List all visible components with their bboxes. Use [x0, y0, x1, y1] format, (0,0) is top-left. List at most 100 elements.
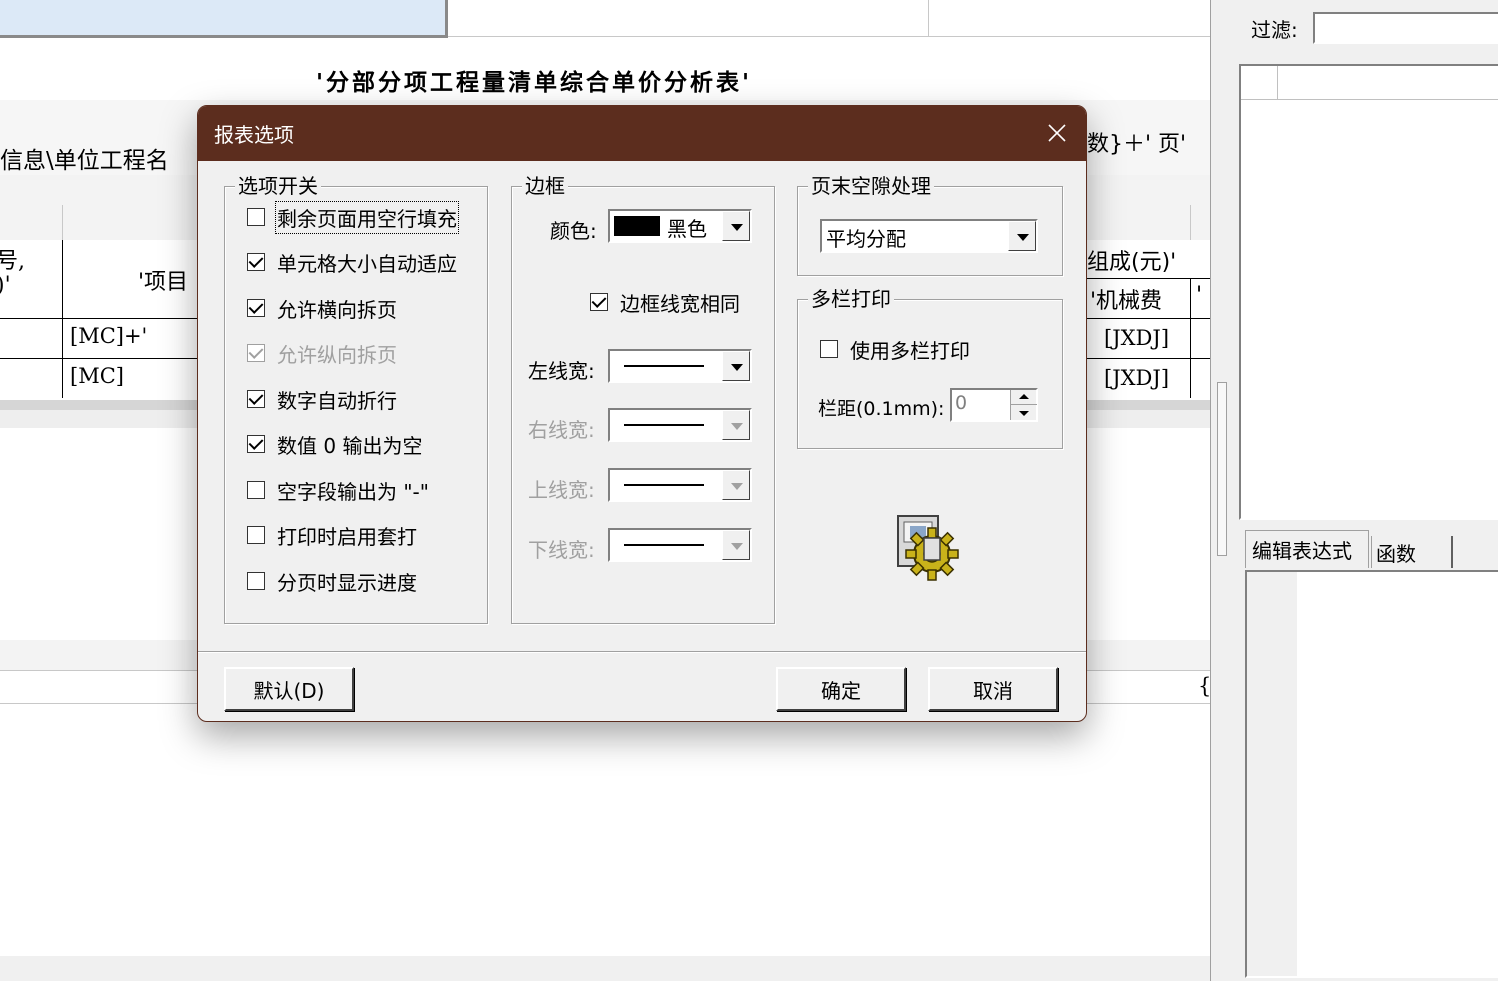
options-group-title: 选项开关	[235, 174, 321, 198]
option-label: 打印时启用套打	[277, 524, 417, 549]
ok-button[interactable]: 确定	[776, 667, 906, 711]
border-group: 边框 颜色: 黑色 边框线宽相同 左线宽: 右线宽: 上线宽: 下线宽:	[511, 174, 775, 624]
report-title: '分部分项工程量清单综合单价分析表'	[316, 69, 753, 96]
col-header-machine: '机械费	[1090, 289, 1163, 314]
chevron-down-icon[interactable]	[722, 211, 750, 241]
option-row[interactable]: 允许横向拆页	[247, 293, 397, 323]
option-row[interactable]: 单元格大小自动适应	[247, 247, 457, 277]
column-spacing-input[interactable]: 0	[950, 388, 1038, 422]
option-checkbox[interactable]	[247, 390, 265, 408]
column-spacing-value: 0	[955, 392, 968, 414]
cell-jxdj-1[interactable]: [JXDJ]	[1104, 326, 1169, 350]
left-width-dropdown[interactable]	[608, 349, 752, 383]
color-value: 黑色	[667, 217, 707, 241]
option-label: 允许纵向拆页	[277, 342, 397, 367]
option-row[interactable]: 空字段输出为 "-"	[247, 475, 429, 505]
top-width-label: 上线宽:	[528, 478, 595, 502]
default-button[interactable]: 默认(D)	[224, 667, 354, 711]
line-sample	[624, 365, 704, 367]
filter-input[interactable]	[1313, 12, 1498, 44]
selected-header-cell[interactable]	[0, 0, 448, 38]
option-checkbox[interactable]	[247, 435, 265, 453]
use-multi-column-label: 使用多栏打印	[850, 338, 970, 363]
chevron-down-icon	[722, 470, 750, 500]
option-row[interactable]: 数值 0 输出为空	[247, 429, 422, 459]
right-panel: 过滤: 编辑表达式 函数	[1210, 0, 1498, 981]
brace-text: {	[1198, 674, 1210, 698]
close-button[interactable]	[1036, 112, 1078, 154]
option-checkbox[interactable]	[247, 299, 265, 317]
spin-up-icon[interactable]	[1011, 390, 1037, 405]
option-checkbox[interactable]	[247, 253, 265, 271]
dialog-titlebar[interactable]: 报表选项	[198, 106, 1086, 161]
cell-mc-1[interactable]: [MC]+'	[70, 324, 147, 348]
option-label: 数字自动折行	[277, 388, 397, 413]
option-label: 单元格大小自动适应	[277, 251, 457, 276]
option-row[interactable]: 数字自动折行	[247, 384, 397, 414]
option-checkbox[interactable]	[247, 572, 265, 590]
cancel-button[interactable]: 取消	[928, 667, 1058, 711]
left-width-label: 左线宽:	[528, 359, 595, 383]
col-header-compose: 组成(元)'	[1087, 250, 1177, 275]
settings-gear-icon	[894, 514, 962, 582]
option-label: 空字段输出为 "-"	[277, 479, 429, 504]
same-width-label: 边框线宽相同	[620, 291, 740, 316]
option-label: 分页时显示进度	[277, 570, 417, 595]
line-sample	[624, 484, 704, 486]
page-end-group-title: 页末空隙处理	[808, 174, 934, 198]
option-label: 允许横向拆页	[277, 297, 397, 322]
splitter-handle[interactable]	[1217, 382, 1227, 556]
line-sample	[624, 544, 704, 546]
cell-mc-2[interactable]: [MC]	[70, 364, 124, 388]
chevron-down-icon[interactable]	[1008, 221, 1036, 251]
top-width-dropdown	[608, 468, 752, 502]
chevron-down-icon	[722, 410, 750, 440]
close-icon	[1048, 124, 1066, 142]
tab-edit-expression[interactable]: 编辑表达式	[1245, 530, 1369, 568]
chevron-down-icon[interactable]	[722, 351, 750, 381]
line-sample	[624, 424, 704, 426]
color-dropdown[interactable]: 黑色	[608, 209, 752, 243]
right-width-label: 右线宽:	[528, 418, 595, 442]
option-checkbox[interactable]	[247, 208, 265, 226]
bottom-width-label: 下线宽:	[528, 538, 595, 562]
column-spacing-label: 栏距(0.1mm):	[818, 398, 945, 420]
filter-label: 过滤:	[1251, 18, 1298, 42]
multi-column-group: 多栏打印 使用多栏打印 栏距(0.1mm): 0	[797, 287, 1063, 449]
expression-editor[interactable]	[1245, 570, 1498, 978]
color-label: 颜色:	[550, 219, 597, 243]
page-text: 数}＋' 页'	[1087, 132, 1187, 157]
bottom-width-dropdown	[608, 528, 752, 562]
tab-functions[interactable]: 函数	[1371, 536, 1453, 568]
dialog-title: 报表选项	[214, 123, 294, 147]
option-row[interactable]: 打印时启用套打	[247, 520, 417, 550]
page-end-group: 页末空隙处理 平均分配	[797, 174, 1063, 276]
option-checkbox	[247, 344, 265, 362]
option-checkbox[interactable]	[247, 481, 265, 499]
option-row: 允许纵向拆页	[247, 338, 397, 368]
multi-column-group-title: 多栏打印	[808, 287, 894, 311]
page-end-value: 平均分配	[826, 227, 906, 251]
use-multi-column-checkbox[interactable]	[820, 340, 838, 358]
same-width-checkbox[interactable]	[590, 293, 608, 311]
option-label: 剩余页面用空行填充	[275, 200, 459, 234]
option-label: 数值 0 输出为空	[277, 433, 423, 458]
option-checkbox[interactable]	[247, 526, 265, 544]
same-width-checkbox-row[interactable]: 边框线宽相同	[590, 287, 740, 317]
border-group-title: 边框	[522, 174, 568, 198]
path-text: 信息\单位工程名	[0, 148, 169, 174]
col-header-quote: '	[1196, 283, 1203, 308]
spin-down-icon[interactable]	[1011, 405, 1037, 420]
page-end-dropdown[interactable]: 平均分配	[820, 219, 1038, 253]
spin-buttons[interactable]	[1010, 390, 1037, 420]
option-row[interactable]: 分页时显示进度	[247, 566, 417, 596]
chevron-down-icon	[722, 530, 750, 560]
use-multi-column-row[interactable]: 使用多栏打印	[820, 334, 970, 364]
report-options-dialog: 报表选项 选项开关 剩余页面用空行填充单元格大小自动适应 允许横向拆页 允许纵向拆页…	[197, 105, 1087, 722]
col-header-item: '项目	[138, 270, 189, 295]
options-group: 选项开关 剩余页面用空行填充单元格大小自动适应 允许横向拆页 允许纵向拆页 数字自动折…	[224, 174, 488, 624]
cell-jxdj-2[interactable]: [JXDJ]	[1104, 366, 1169, 390]
option-row[interactable]: 剩余页面用空行填充	[247, 200, 459, 234]
field-list[interactable]	[1239, 64, 1498, 520]
col-header-left: 号,)'	[0, 249, 25, 298]
